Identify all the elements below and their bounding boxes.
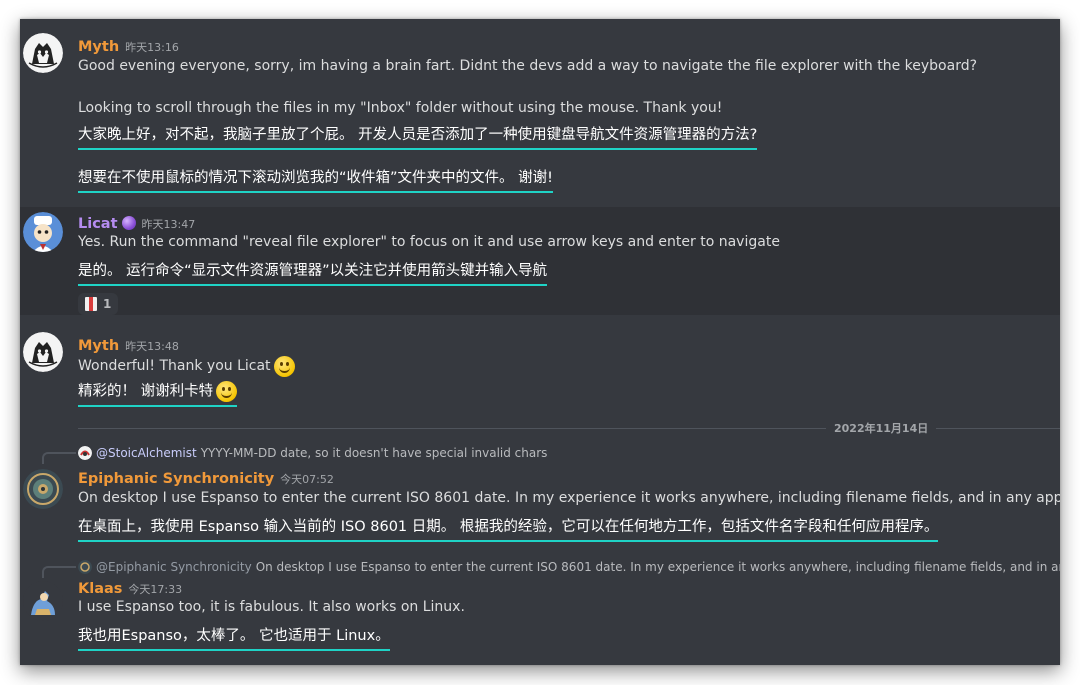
chat-window: Myth 昨天13:16 Good evening everyone, sorry… bbox=[20, 19, 1060, 665]
author-name[interactable]: Klaas bbox=[78, 581, 122, 597]
translation-text: 我也用Espanso，太棒了。 它也适用于 Linux。 bbox=[78, 626, 390, 651]
message-epiphanic: @StoicAlchemist YYYY-MM-DD date, so it d… bbox=[20, 443, 1060, 551]
myth-avatar[interactable] bbox=[23, 33, 63, 73]
message-text: I use Espanso too, it is fabulous. It al… bbox=[78, 599, 465, 615]
reply-text: On desktop I use Espanso to enter the cu… bbox=[255, 560, 1060, 574]
reaction-count: 1 bbox=[103, 297, 112, 311]
epiphanic-avatar[interactable] bbox=[23, 469, 63, 509]
smile-emoji bbox=[216, 381, 238, 402]
reply-connector bbox=[42, 452, 76, 464]
reply-preview[interactable]: @Epiphanic Synchronicity On desktop I us… bbox=[78, 560, 1060, 574]
message-text-content: Wonderful! Thank you Licat bbox=[78, 358, 271, 374]
message-text: Yes. Run the command "reveal file explor… bbox=[78, 234, 780, 250]
translation-text: 想要在不使用鼠标的情况下滚动浏览我的“收件箱”文件夹中的文件。 谢谢! bbox=[78, 168, 553, 193]
message-licat: Licat 昨天13:47 Yes. Run the command "revea… bbox=[20, 207, 1060, 315]
translation-content: 精彩的！ 谢谢利卡特 bbox=[78, 383, 214, 400]
crystal-orb-badge bbox=[121, 216, 136, 230]
reply-connector bbox=[42, 566, 76, 578]
reply-mention[interactable]: @StoicAlchemist bbox=[96, 446, 197, 460]
translation-text: 精彩的！ 谢谢利卡特 bbox=[78, 381, 238, 407]
reaction-button[interactable]: 1 bbox=[78, 293, 119, 315]
timestamp[interactable]: 昨天13:16 bbox=[125, 41, 179, 54]
timestamp[interactable]: 昨天13:48 bbox=[125, 340, 179, 353]
timestamp[interactable]: 今天07:52 bbox=[280, 473, 334, 486]
message-myth-1: Myth 昨天13:16 Good evening everyone, sorry… bbox=[20, 19, 1060, 207]
licat-avatar[interactable] bbox=[23, 212, 63, 252]
message-text: Wonderful! Thank you Licat bbox=[78, 355, 295, 377]
translation-text: 是的。 运行命令“显示文件资源管理器”以关注它并使用箭头键并输入导航 bbox=[78, 261, 548, 286]
book-reaction-icon bbox=[85, 297, 97, 311]
myth-avatar[interactable] bbox=[23, 332, 63, 372]
translation-text: 在桌面上，我使用 Espanso 输入当前的 ISO 8601 日期。 根据我的… bbox=[78, 517, 939, 542]
author-name[interactable]: Myth bbox=[78, 338, 119, 354]
reply-mention[interactable]: @Epiphanic Synchronicity bbox=[96, 560, 252, 574]
message-text: Looking to scroll through the files in m… bbox=[78, 100, 723, 116]
message-text: Good evening everyone, sorry, im having … bbox=[78, 58, 978, 74]
message-text: On desktop I use Espanso to enter the cu… bbox=[78, 490, 1060, 506]
epiphanic-mini-avatar bbox=[78, 560, 92, 574]
timestamp[interactable]: 今天17:33 bbox=[128, 583, 182, 596]
message-myth-2: Myth 昨天13:48 Wonderful! Thank you Licat 精… bbox=[20, 315, 1060, 415]
reply-text: YYYY-MM-DD date, so it doesn't have spec… bbox=[200, 446, 548, 460]
reply-preview[interactable]: @StoicAlchemist YYYY-MM-DD date, so it d… bbox=[78, 446, 547, 460]
author-name[interactable]: Epiphanic Synchronicity bbox=[78, 471, 274, 487]
date-divider: 2022年11月14日 bbox=[78, 420, 1060, 436]
klaas-avatar[interactable] bbox=[23, 581, 63, 621]
translation-text: 大家晚上好，对不起，我脑子里放了个屁。 开发人员是否添加了一种使用键盘导航文件资… bbox=[78, 125, 758, 150]
author-name[interactable]: Myth bbox=[78, 39, 119, 55]
timestamp[interactable]: 昨天13:47 bbox=[142, 218, 196, 231]
author-name[interactable]: Licat bbox=[78, 216, 118, 232]
date-divider-label: 2022年11月14日 bbox=[826, 420, 937, 436]
message-klaas: @Epiphanic Synchronicity On desktop I us… bbox=[20, 555, 1060, 665]
stoicalchemist-mini-avatar bbox=[78, 446, 92, 460]
smile-emoji bbox=[273, 355, 295, 377]
